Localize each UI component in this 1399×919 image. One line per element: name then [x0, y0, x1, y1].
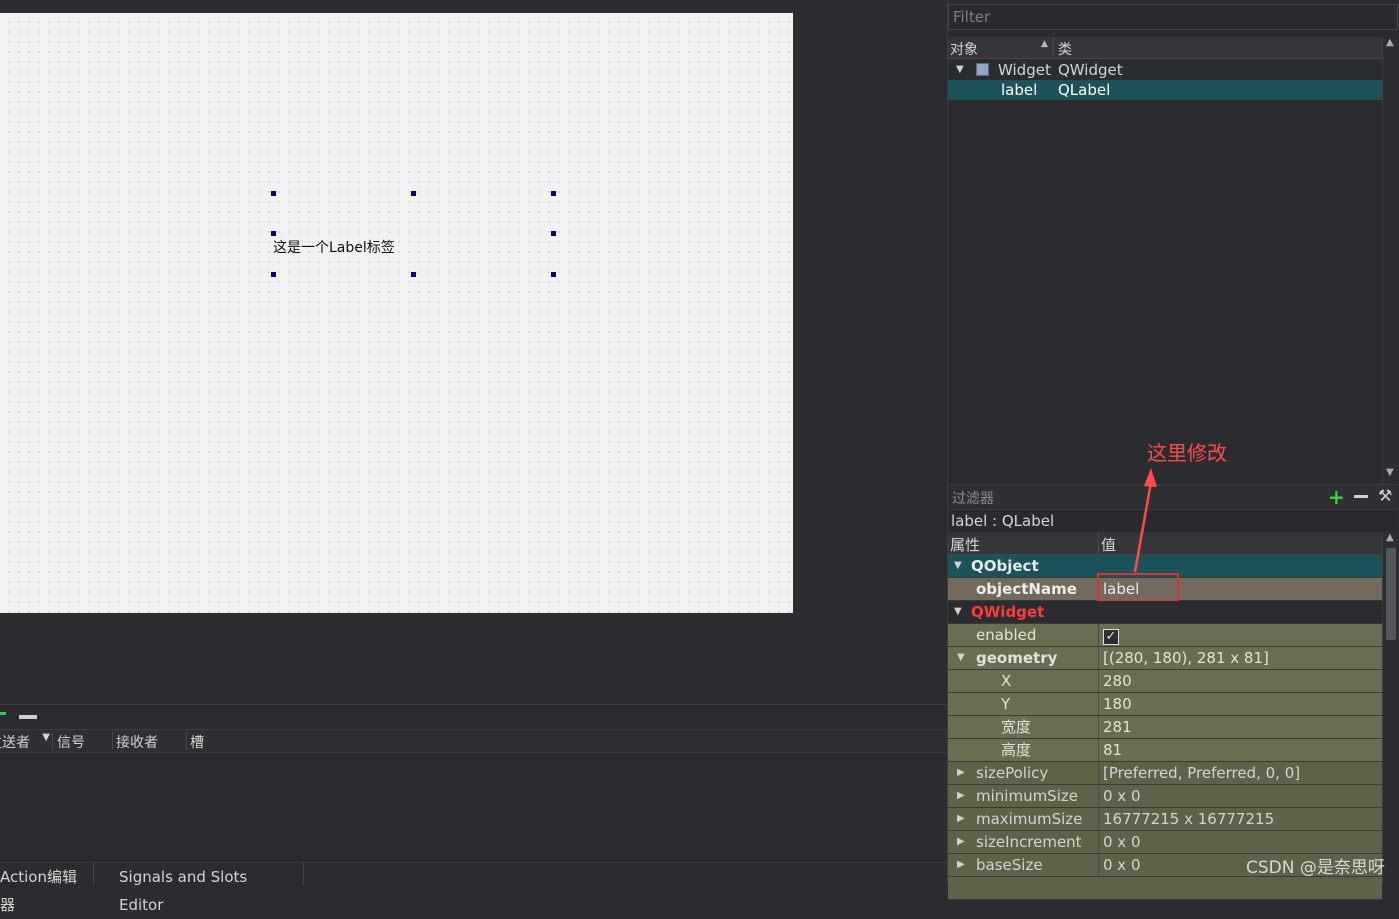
prop-geometry[interactable]: ▼ geometry [(280, 180), 281 x 81]	[948, 647, 1382, 670]
remove-icon[interactable]	[19, 715, 37, 719]
resize-handle[interactable]	[271, 231, 276, 236]
prop-value[interactable]: 281	[1098, 716, 1382, 738]
widget-icon	[976, 63, 989, 76]
label-widget[interactable]: 这是一个Label标签	[273, 237, 395, 257]
resize-handle[interactable]	[411, 191, 416, 196]
watermark: CSDN @是奈思呀	[1246, 858, 1385, 878]
tree-object-name: Widget	[998, 61, 1051, 79]
scroll-down-icon[interactable]: ▼	[1386, 467, 1394, 478]
prop-next-row	[948, 877, 1382, 900]
tab-signals-slots-editor[interactable]: Signals and Slots Editor	[107, 863, 304, 914]
prop-sizepolicy[interactable]: ▶ sizePolicy [Preferred, Preferred, 0, 0…	[948, 762, 1382, 785]
property-filter-label[interactable]: 过滤器	[952, 488, 994, 508]
chevron-down-icon[interactable]: ▼	[956, 60, 964, 80]
prop-value[interactable]: 180	[1098, 693, 1382, 715]
resize-handle[interactable]	[551, 272, 556, 277]
object-scrollbar[interactable]: ▲ ▼	[1382, 37, 1399, 483]
group-label: QWidget	[971, 603, 1045, 621]
resize-handle[interactable]	[551, 191, 556, 196]
header-value[interactable]: 值	[1101, 534, 1116, 555]
object-filter-input[interactable]: Filter	[948, 4, 1398, 30]
add-icon[interactable]	[0, 712, 6, 715]
wrench-icon[interactable]: ⚒	[1378, 486, 1392, 505]
group-label: QObject	[971, 557, 1039, 575]
prop-enabled[interactable]: enabled ✓	[948, 624, 1382, 647]
tree-class-name: QLabel	[1058, 81, 1111, 99]
prop-value[interactable]: 16777215 x 16777215	[1098, 808, 1382, 830]
property-header: 属性 值	[948, 532, 1382, 555]
header-class[interactable]: 类	[1058, 39, 1072, 59]
prop-value[interactable]: 0 x 0	[1098, 831, 1382, 853]
add-icon[interactable]: +	[1328, 485, 1345, 509]
column-signal[interactable]: 信号	[55, 732, 113, 751]
scroll-up-icon[interactable]: ▲	[1386, 532, 1394, 543]
tree-row-label[interactable]: label QLabel	[948, 80, 1382, 100]
bottom-tab-bar: Action编辑器 Signals and Slots Editor	[0, 862, 947, 914]
class-line-text: label : QLabel	[951, 512, 1055, 530]
highlight-box	[1097, 573, 1179, 602]
prop-height[interactable]: 高度 81	[948, 739, 1382, 762]
annotation-arrow	[1133, 468, 1157, 573]
remove-icon[interactable]	[1354, 495, 1368, 498]
chevron-down-icon[interactable]: ▼	[954, 555, 962, 577]
header-divider	[1053, 37, 1054, 58]
prop-value[interactable]: 0 x 0	[1098, 785, 1382, 807]
tree-object-name: label	[1001, 81, 1038, 99]
tab-action-editor[interactable]: Action编辑器	[0, 863, 94, 914]
prop-value[interactable]: 280	[1098, 670, 1382, 692]
column-slot[interactable]: 槽	[188, 732, 250, 751]
enabled-checkbox[interactable]: ✓	[1098, 624, 1382, 646]
sort-asc-icon: ▲	[1041, 39, 1048, 49]
prop-x[interactable]: X 280	[948, 670, 1382, 693]
resize-handle[interactable]	[411, 272, 416, 277]
header-property[interactable]: 属性	[950, 534, 980, 555]
column-receiver[interactable]: 接收者	[114, 732, 187, 751]
prop-y[interactable]: Y 180	[948, 693, 1382, 716]
selected-object-class: label : QLabel	[948, 509, 1398, 533]
signals-table-header: 发送者▼ 信号 接收者 槽	[0, 729, 947, 753]
tree-row-widget[interactable]: ▼ Widget QWidget	[948, 60, 1382, 80]
scroll-up-icon[interactable]: ▲	[1386, 37, 1394, 48]
checkmark-icon: ✓	[1103, 629, 1119, 645]
chevron-down-icon[interactable]: ▼	[954, 601, 962, 623]
signals-toolbar	[0, 704, 947, 729]
annotation-text: 这里修改	[1147, 441, 1227, 465]
form-canvas[interactable]: 这是一个Label标签	[0, 13, 793, 613]
header-object[interactable]: 对象	[950, 39, 978, 59]
prop-minimumsize[interactable]: ▶ minimumSize 0 x 0	[948, 785, 1382, 808]
object-inspector-header: 对象 ▲ 类	[948, 37, 1382, 59]
header-divider	[1098, 532, 1099, 554]
resize-handle[interactable]	[271, 191, 276, 196]
resize-handle[interactable]	[271, 272, 276, 277]
chevron-down-icon: ▼	[42, 732, 50, 743]
prop-value[interactable]: 81	[1098, 739, 1382, 761]
prop-value[interactable]: [(280, 180), 281 x 81]	[1098, 647, 1382, 669]
property-scrollbar[interactable]: ▲	[1382, 532, 1399, 884]
column-sender[interactable]: 发送者▼	[0, 732, 53, 751]
prop-width[interactable]: 宽度 281	[948, 716, 1382, 739]
prop-sizeincrement[interactable]: ▶ sizeIncrement 0 x 0	[948, 831, 1382, 854]
resize-handle[interactable]	[551, 231, 556, 236]
prop-value[interactable]: [Preferred, Preferred, 0, 0]	[1098, 762, 1382, 784]
scroll-thumb[interactable]	[1386, 548, 1396, 640]
tree-class-name: QWidget	[1058, 61, 1123, 79]
property-toolbar: 过滤器 + ⚒	[948, 484, 1398, 509]
group-qwidget[interactable]: ▼ QWidget	[948, 601, 1382, 624]
prop-maximumsize[interactable]: ▶ maximumSize 16777215 x 16777215	[948, 808, 1382, 831]
